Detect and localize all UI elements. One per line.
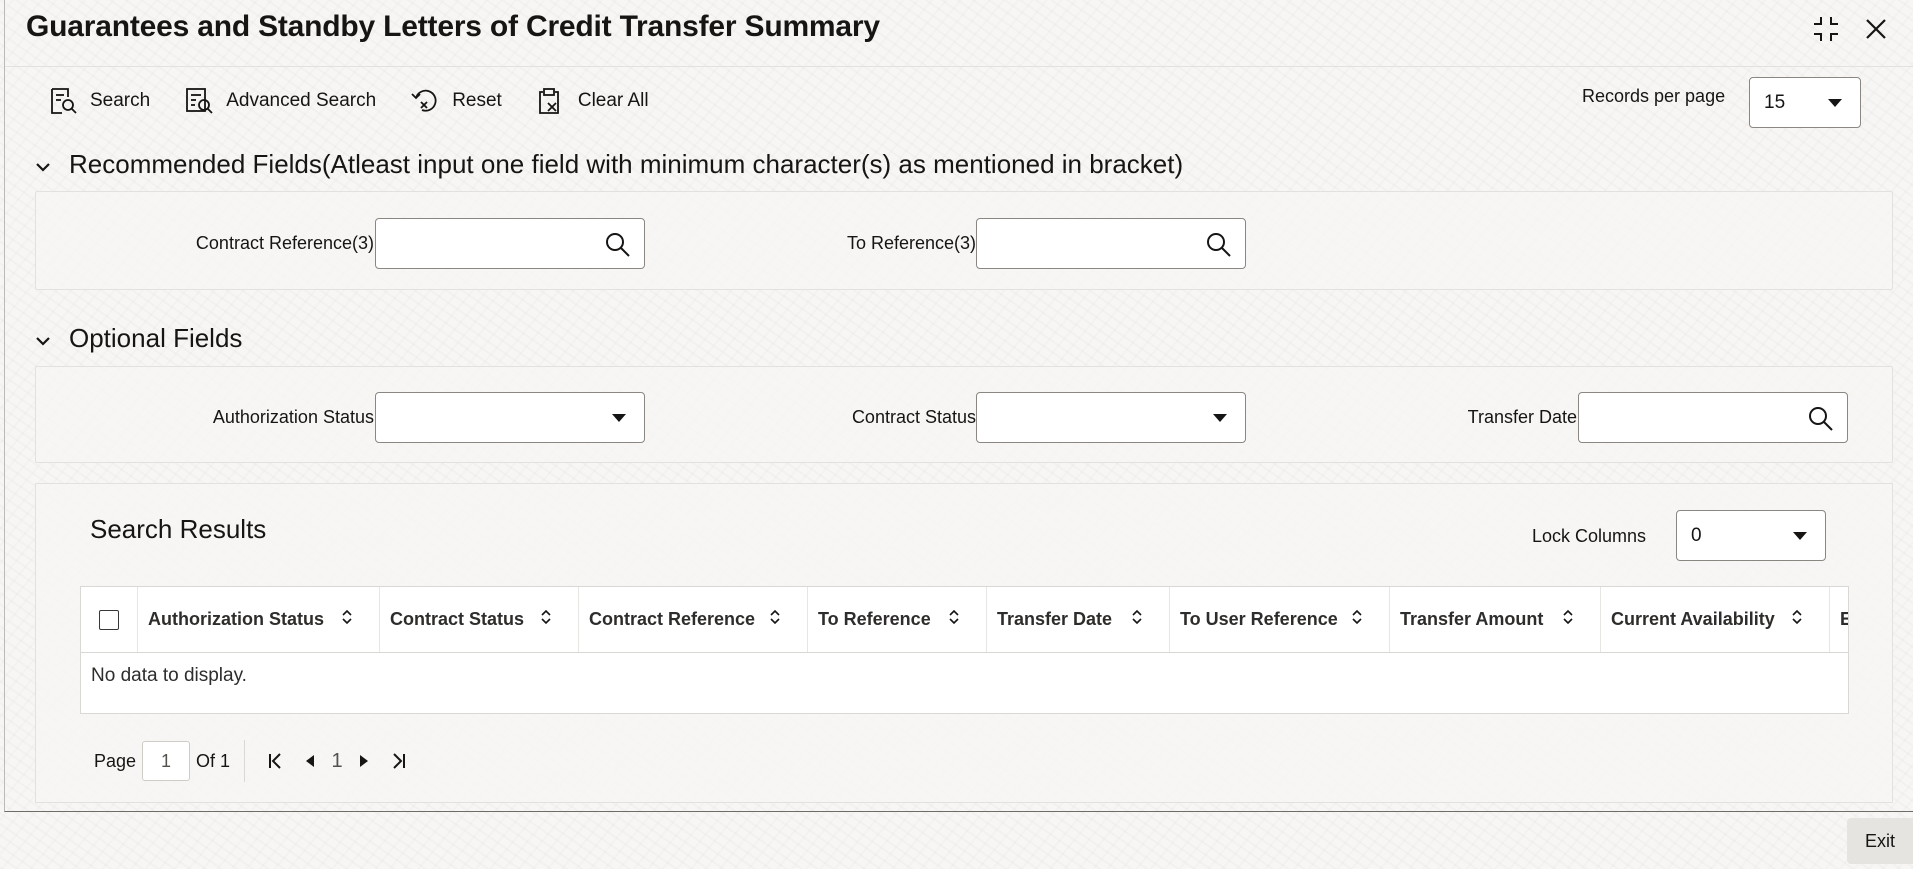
reset-button[interactable]: Reset xyxy=(410,86,502,116)
search-icon[interactable] xyxy=(604,231,632,264)
advanced-search-icon xyxy=(184,86,214,116)
column-header[interactable]: Contract Status xyxy=(380,587,579,652)
optional-fields-title: Optional Fields xyxy=(69,323,243,353)
close-icon[interactable] xyxy=(1859,12,1893,46)
column-header[interactable]: E xyxy=(1830,587,1848,652)
column-label: To User Reference xyxy=(1180,609,1338,629)
chevron-down-icon xyxy=(1793,531,1807,540)
column-label: E xyxy=(1840,609,1848,630)
current-page: 1 xyxy=(331,749,343,772)
empty-message: No data to display. xyxy=(91,665,247,686)
select-all-cell xyxy=(81,587,138,652)
search-icon xyxy=(48,86,78,116)
chevron-down-icon xyxy=(612,413,626,422)
transfer-summary-window: Guarantees and Standby Letters of Credit… xyxy=(4,0,1913,812)
search-results-panel: Search Results Lock Columns 0 Authorizat… xyxy=(35,483,1893,803)
sort-icon[interactable] xyxy=(341,609,353,630)
next-page-icon[interactable] xyxy=(347,753,381,769)
records-per-page-value: 15 xyxy=(1764,91,1786,113)
contract-status-label: Contract Status xyxy=(851,407,976,427)
pagination: Page 1 Of 1 1 xyxy=(94,740,415,782)
window-title: Guarantees and Standby Letters of Credit… xyxy=(26,10,880,43)
search-icon[interactable] xyxy=(1205,231,1233,264)
contract-status-select[interactable] xyxy=(976,392,1246,443)
sort-icon[interactable] xyxy=(1562,609,1574,630)
results-table: Authorization Status Contract Status Con… xyxy=(80,586,1849,714)
authorization-status-select[interactable] xyxy=(375,392,645,443)
chevron-down-icon xyxy=(35,149,51,180)
last-page-icon[interactable] xyxy=(381,751,415,771)
column-label: Contract Reference xyxy=(589,609,756,629)
table-header: Authorization Status Contract Status Con… xyxy=(81,587,1848,653)
toolbar: Search Advanced Search Reset Clear All xyxy=(48,86,649,116)
to-reference-input[interactable] xyxy=(976,218,1246,269)
lock-columns-label: Lock Columns xyxy=(1532,526,1647,546)
clear-all-button[interactable]: Clear All xyxy=(536,86,649,116)
search-results-title: Search Results xyxy=(90,514,267,544)
column-header[interactable]: To User Reference xyxy=(1170,587,1390,652)
column-header[interactable]: Current Availability xyxy=(1601,587,1830,652)
column-header[interactable]: Transfer Date xyxy=(987,587,1170,652)
chevron-down-icon xyxy=(1828,98,1842,107)
search-label: Search xyxy=(90,90,151,111)
optional-fields-panel: Authorization Status Contract Status Tra… xyxy=(35,366,1893,463)
to-reference-label: To Reference(3) xyxy=(846,233,976,253)
chevron-down-icon xyxy=(35,323,51,354)
column-label: To Reference xyxy=(818,609,931,629)
first-page-icon[interactable] xyxy=(259,751,293,771)
exit-button[interactable]: Exit xyxy=(1847,818,1913,864)
column-header[interactable]: Authorization Status xyxy=(138,587,380,652)
contract-reference-input[interactable] xyxy=(375,218,645,269)
sort-icon[interactable] xyxy=(1131,609,1143,630)
advanced-search-label: Advanced Search xyxy=(226,90,377,111)
authorization-status-label: Authorization Status xyxy=(212,407,374,427)
sort-icon[interactable] xyxy=(540,609,552,630)
page-total-label: Of 1 xyxy=(196,750,231,771)
page-number-input[interactable]: 1 xyxy=(142,741,191,781)
previous-page-icon[interactable] xyxy=(293,753,327,769)
reset-icon xyxy=(410,86,440,116)
transfer-date-input[interactable] xyxy=(1578,392,1848,443)
sort-icon[interactable] xyxy=(769,609,781,630)
column-header[interactable]: Transfer Amount xyxy=(1390,587,1601,652)
records-per-page-label: Records per page xyxy=(1582,86,1726,106)
collapse-icon[interactable] xyxy=(1809,12,1843,46)
sort-icon[interactable] xyxy=(948,609,960,630)
advanced-search-button[interactable]: Advanced Search xyxy=(184,86,376,116)
sort-icon[interactable] xyxy=(1351,609,1363,630)
clear-all-label: Clear All xyxy=(577,90,649,111)
recommended-fields-header[interactable]: Recommended Fields(Atleast input one fie… xyxy=(35,149,1183,180)
page-label: Page xyxy=(94,750,137,771)
column-label: Authorization Status xyxy=(148,609,324,629)
search-icon[interactable] xyxy=(1807,405,1835,438)
select-all-checkbox[interactable] xyxy=(99,609,119,630)
column-label: Current Availability xyxy=(1611,609,1775,629)
transfer-date-label: Transfer Date xyxy=(1467,407,1577,427)
contract-reference-label: Contract Reference(3) xyxy=(195,233,374,253)
column-header[interactable]: To Reference xyxy=(808,587,987,652)
sort-icon[interactable] xyxy=(1791,609,1803,630)
window-controls xyxy=(1809,12,1893,46)
reset-label: Reset xyxy=(452,90,502,111)
clear-all-icon xyxy=(536,86,566,116)
recommended-fields-title: Recommended Fields(Atleast input one fie… xyxy=(69,149,1184,179)
records-per-page-select[interactable]: 15 xyxy=(1749,77,1861,128)
column-label: Transfer Amount xyxy=(1400,609,1544,629)
pager-divider xyxy=(244,740,246,782)
column-header[interactable]: Contract Reference xyxy=(579,587,808,652)
recommended-fields-panel: Contract Reference(3) To Reference(3) xyxy=(35,191,1893,290)
lock-columns-value: 0 xyxy=(1691,524,1702,546)
column-label: Transfer Date xyxy=(997,609,1113,629)
optional-fields-header[interactable]: Optional Fields xyxy=(35,323,242,354)
column-label: Contract Status xyxy=(390,609,525,629)
title-divider xyxy=(5,66,1913,67)
search-button[interactable]: Search xyxy=(48,86,150,116)
lock-columns-select[interactable]: 0 xyxy=(1676,510,1826,561)
chevron-down-icon xyxy=(1213,413,1227,422)
